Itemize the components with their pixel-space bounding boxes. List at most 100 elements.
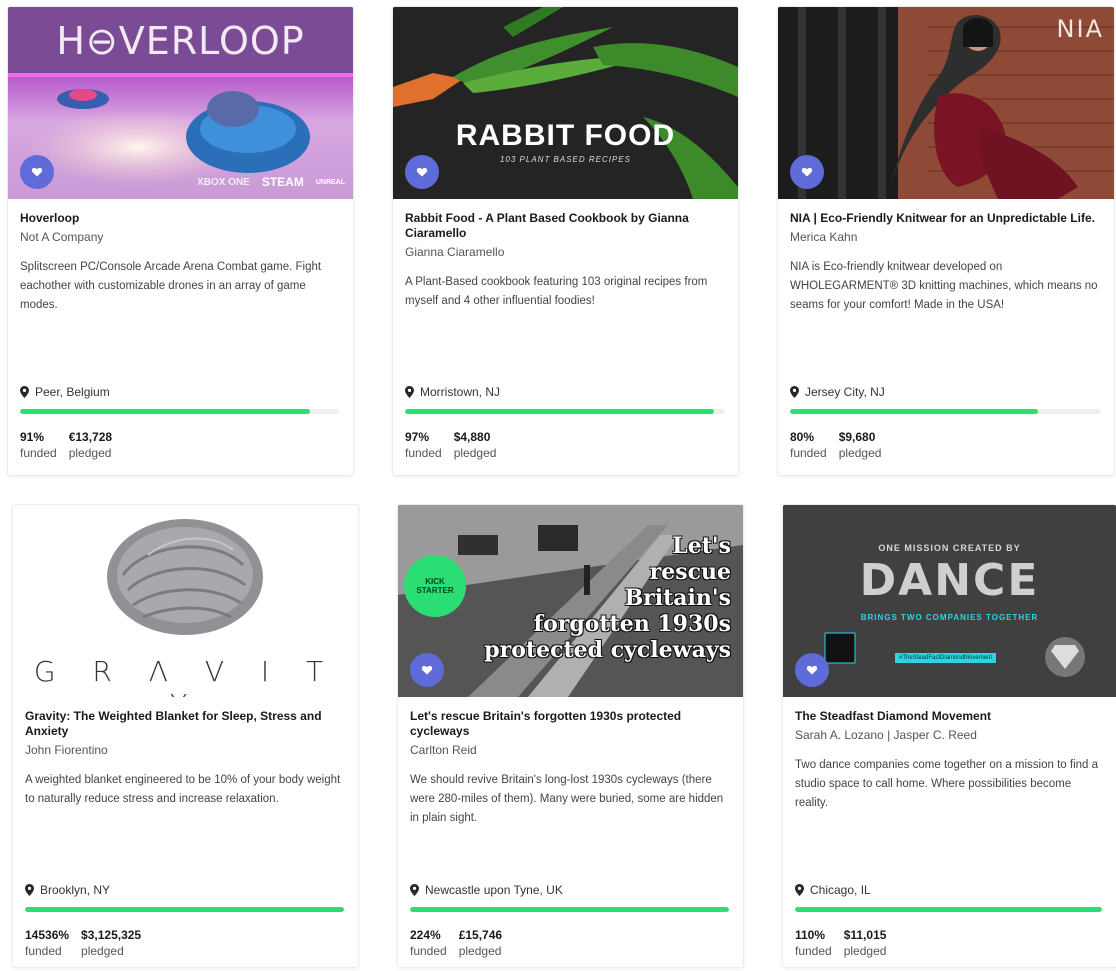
project-location[interactable]: Morristown, NJ <box>405 385 500 399</box>
project-creator[interactable]: Carlton Reid <box>410 743 731 757</box>
project-title[interactable]: The Steadfast Diamond Movement <box>795 709 1104 724</box>
funded-percent: 224% <box>410 928 441 942</box>
funded-percent: 14536% <box>25 928 70 942</box>
image-subheadline: 103 PLANT BASED RECIPES <box>499 155 632 164</box>
funded-label: funded <box>405 446 442 460</box>
image-headline: DANCE <box>859 555 1040 606</box>
pledged-amount: $4,880 <box>453 430 491 444</box>
project-creator[interactable]: Not A Company <box>20 230 341 244</box>
image-headline: RABBIT FOOD <box>455 119 676 152</box>
funding-stats: 224% funded £15,746 pledged <box>410 928 502 960</box>
project-details: Hoverloop Not A Company Splitscreen PC/C… <box>8 199 353 475</box>
pledged-stat: €13,728 pledged <box>69 430 112 462</box>
heart-icon <box>416 167 428 177</box>
image-headline-line: Let's <box>672 533 731 559</box>
project-title[interactable]: Gravity: The Weighted Blanket for Sleep,… <box>25 709 346 739</box>
project-card[interactable]: NIA NIA | Eco-Friendly Knitwear for an U… <box>777 6 1115 476</box>
funded-percent: 110% <box>795 928 826 942</box>
project-blurb: A Plant-Based cookbook featuring 103 ori… <box>405 276 708 307</box>
image-headline-line: protected cycleways <box>484 637 731 663</box>
project-image[interactable]: ONE MISSION CREATED BY DANCE BRINGS TWO … <box>783 505 1116 697</box>
project-creator[interactable]: John Fiorentino <box>25 743 346 757</box>
location-label: Brooklyn, NY <box>40 883 111 897</box>
project-card[interactable]: RABBIT FOOD 103 PLANT BASED RECIPES Rabb… <box>392 6 739 476</box>
image-headline-line: forgotten 1930s <box>533 611 731 637</box>
heart-icon <box>31 167 43 177</box>
image-headline: NIA <box>1056 15 1104 43</box>
project-location[interactable]: Chicago, IL <box>795 883 871 897</box>
funded-label: funded <box>410 944 447 958</box>
project-title[interactable]: Let's rescue Britain's forgotten 1930s p… <box>410 709 731 739</box>
project-card[interactable]: H⊖VERLOOP XBOX ONE STEAM UNREAL Hoverloo… <box>7 6 354 476</box>
project-image[interactable]: RABBIT FOOD 103 PLANT BASED RECIPES <box>393 7 738 199</box>
like-button[interactable] <box>410 653 444 687</box>
project-card[interactable]: ONE MISSION CREATED BY DANCE BRINGS TWO … <box>782 504 1116 968</box>
project-blurb: A weighted blanket engineered to be 10% … <box>25 774 341 805</box>
map-pin-icon <box>25 884 34 896</box>
map-pin-icon <box>795 884 804 896</box>
project-image[interactable]: NIA <box>778 7 1114 199</box>
project-blurb: We should revive Britain's long-lost 193… <box>410 774 724 824</box>
pledged-label: pledged <box>838 446 882 460</box>
funded-stat: 91% funded <box>20 430 57 462</box>
funded-stat: 110% funded <box>795 928 832 960</box>
project-card[interactable]: Let's rescue Britain's forgotten 1930s p… <box>397 504 744 968</box>
project-title[interactable]: Rabbit Food - A Plant Based Cookbook by … <box>405 211 726 241</box>
like-button[interactable] <box>795 653 829 687</box>
map-pin-icon <box>20 386 29 398</box>
image-subheadline-top: ONE MISSION CREATED BY <box>878 543 1021 553</box>
project-location[interactable]: Brooklyn, NY <box>25 883 110 897</box>
image-headline: G R Λ V I T Y <box>33 655 338 697</box>
kickstarter-badge-label: KICK STARTER <box>416 577 454 595</box>
funding-progress-bar <box>405 409 724 414</box>
project-location[interactable]: Newcastle upon Tyne, UK <box>410 883 563 897</box>
pledged-stat: $3,125,325 pledged <box>81 928 141 960</box>
project-image[interactable]: H⊖VERLOOP XBOX ONE STEAM UNREAL <box>8 7 353 199</box>
image-headline: Let's rescue Britain's forgotten 1930s p… <box>484 533 731 663</box>
funding-stats: 97% funded $4,880 pledged <box>405 430 496 462</box>
xbox-badge: XBOX ONE <box>197 176 250 188</box>
funded-percent: 80% <box>790 430 815 444</box>
heart-icon <box>421 665 433 675</box>
funding-progress-fill <box>405 409 715 414</box>
project-image[interactable]: G R Λ V I T Y <box>13 505 358 697</box>
like-button[interactable] <box>790 155 824 189</box>
pledged-label: pledged <box>843 944 887 958</box>
funding-progress-bar <box>20 409 339 414</box>
pledged-label: pledged <box>68 446 112 460</box>
funding-progress-bar <box>790 409 1100 414</box>
location-label: Morristown, NJ <box>420 385 501 399</box>
pledged-stat: £15,746 pledged <box>459 928 502 960</box>
project-title[interactable]: Hoverloop <box>20 211 341 226</box>
steam-badge: STEAM <box>261 175 304 189</box>
project-details: The Steadfast Diamond Movement Sarah A. … <box>783 697 1116 967</box>
kickstarter-badge: KICK STARTER <box>404 555 466 617</box>
project-title[interactable]: NIA | Eco-Friendly Knitwear for an Unpre… <box>790 211 1102 226</box>
project-location[interactable]: Jersey City, NJ <box>790 385 885 399</box>
like-button[interactable] <box>20 155 54 189</box>
funded-stat: 14536% funded <box>25 928 69 960</box>
funded-label: funded <box>20 446 57 460</box>
funding-stats: 14536% funded $3,125,325 pledged <box>25 928 141 960</box>
project-image[interactable]: Let's rescue Britain's forgotten 1930s p… <box>398 505 743 697</box>
project-creator[interactable]: Merica Kahn <box>790 230 1102 244</box>
project-card[interactable]: G R Λ V I T Y Gravity: The Weighted Blan… <box>12 504 359 968</box>
project-blurb: Splitscreen PC/Console Arcade Arena Comb… <box>20 261 322 311</box>
funding-progress-fill <box>410 907 729 912</box>
project-blurb: Two dance companies come together on a m… <box>795 759 1099 809</box>
project-details: Gravity: The Weighted Blanket for Sleep,… <box>13 697 358 967</box>
funding-stats: 110% funded $11,015 pledged <box>795 928 886 960</box>
funded-stat: 80% funded <box>790 430 827 462</box>
like-button[interactable] <box>405 155 439 189</box>
image-headline-line: rescue <box>649 559 731 585</box>
heart-icon <box>801 167 813 177</box>
funding-progress-bar <box>25 907 344 912</box>
pledged-label: pledged <box>453 446 497 460</box>
funded-label: funded <box>25 944 62 958</box>
pledged-amount: $9,680 <box>838 430 876 444</box>
funded-percent: 97% <box>405 430 430 444</box>
project-location[interactable]: Peer, Belgium <box>20 385 110 399</box>
project-creator[interactable]: Sarah A. Lozano | Jasper C. Reed <box>795 728 1104 742</box>
image-hashtag: #TheSteadFastDiamondMovement <box>895 653 997 663</box>
project-creator[interactable]: Gianna Ciaramello <box>405 245 726 259</box>
